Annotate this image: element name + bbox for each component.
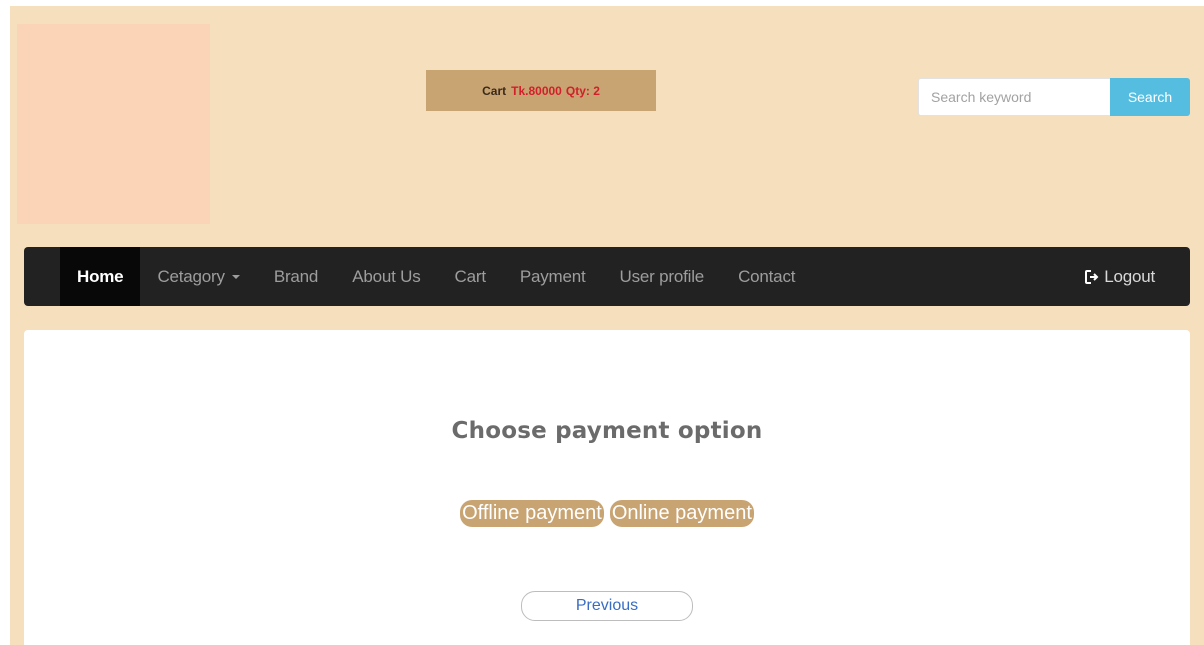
logout-label: Logout xyxy=(1104,266,1155,286)
nav-item-label: About Us xyxy=(352,266,421,286)
logout-icon xyxy=(1084,269,1100,285)
nav-item-label: Cart xyxy=(454,266,487,286)
nav-item-category[interactable]: Cetagory xyxy=(140,247,256,306)
main-navbar: Home Cetagory Brand About Us Cart Paymen… xyxy=(24,247,1190,306)
search-button[interactable]: Search xyxy=(1110,78,1190,116)
previous-button[interactable]: Previous xyxy=(521,591,693,621)
nav-item-label: Contact xyxy=(738,266,796,286)
nav-item-label: Payment xyxy=(519,266,586,286)
nav-item-about-us[interactable]: About Us xyxy=(335,247,437,306)
logo-placeholder xyxy=(17,24,210,224)
logout-link[interactable]: Logout xyxy=(1067,247,1172,306)
cart-summary[interactable]: Cart Tk.80000 Qty: 2 xyxy=(426,70,656,111)
nav-item-user-profile[interactable]: User profile xyxy=(603,247,722,306)
nav-item-label: User profile xyxy=(619,266,705,286)
cart-label: Cart xyxy=(482,83,507,98)
payment-options: Offline payment Online payment xyxy=(24,500,1190,527)
nav-item-label: Cetagory xyxy=(157,266,225,286)
offline-payment-button[interactable]: Offline payment xyxy=(460,500,604,527)
nav-item-label: Home xyxy=(77,266,124,286)
caret-down-icon xyxy=(231,274,240,279)
page-title: Choose payment option xyxy=(451,418,763,444)
nav-menu: Home Cetagory Brand About Us Cart Paymen… xyxy=(60,247,812,306)
nav-item-label: Brand xyxy=(273,266,319,286)
search-form: Search xyxy=(918,78,1190,116)
payment-panel: Choose payment option Offline payment On… xyxy=(24,330,1190,645)
nav-right: Logout xyxy=(1067,247,1172,306)
nav-item-brand[interactable]: Brand xyxy=(257,247,335,306)
online-payment-button[interactable]: Online payment xyxy=(609,500,754,527)
search-input[interactable] xyxy=(918,78,1110,116)
nav-item-contact[interactable]: Contact xyxy=(721,247,812,306)
nav-item-home[interactable]: Home xyxy=(60,247,141,306)
cart-amount: Tk.80000 xyxy=(511,83,562,98)
cart-qty: Qty: 2 xyxy=(565,83,600,98)
nav-item-cart[interactable]: Cart xyxy=(438,247,503,306)
nav-item-payment[interactable]: Payment xyxy=(503,247,603,306)
